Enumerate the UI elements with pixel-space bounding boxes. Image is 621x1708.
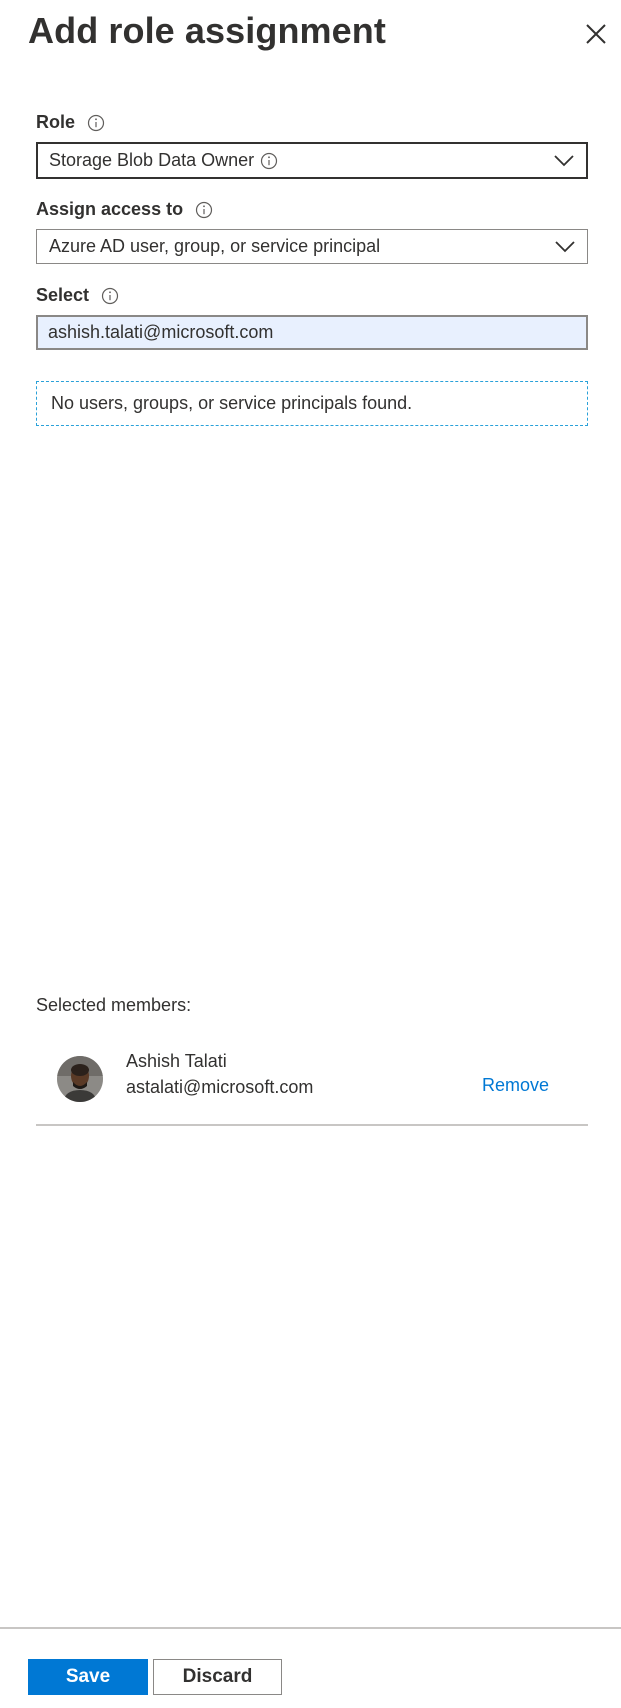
search-results-box: No users, groups, or service principals … — [36, 381, 588, 426]
role-label-text: Role — [36, 112, 76, 132]
save-button[interactable]: Save — [28, 1659, 148, 1695]
assign-access-label-text: Assign access to — [36, 199, 184, 219]
chevron-down-icon — [554, 154, 574, 166]
discard-button[interactable]: Discard — [153, 1659, 282, 1695]
remove-member-link[interactable]: Remove — [482, 1075, 549, 1096]
role-label: Role — [36, 112, 105, 133]
selected-member-row: Ashish Talati astalati@microsoft.com Rem… — [36, 1045, 588, 1126]
role-dropdown[interactable]: Storage Blob Data Owner — [36, 142, 588, 179]
info-icon[interactable] — [101, 287, 119, 305]
member-email: astalati@microsoft.com — [126, 1077, 314, 1097]
role-value: Storage Blob Data Owner — [49, 150, 255, 170]
select-label: Select — [36, 285, 119, 306]
close-icon[interactable] — [582, 20, 610, 48]
info-icon[interactable] — [195, 201, 213, 219]
assign-access-label: Assign access to — [36, 199, 213, 220]
no-results-message: No users, groups, or service principals … — [51, 393, 413, 413]
assign-access-dropdown[interactable]: Azure AD user, group, or service princip… — [36, 229, 588, 264]
select-label-text: Select — [36, 285, 90, 305]
footer-divider — [0, 1627, 621, 1629]
assign-access-value: Azure AD user, group, or service princip… — [49, 236, 381, 256]
avatar — [57, 1056, 103, 1102]
info-icon[interactable] — [87, 114, 105, 132]
selected-members-label: Selected members: — [36, 995, 192, 1015]
chevron-down-icon — [555, 240, 575, 252]
info-icon[interactable] — [260, 152, 278, 170]
select-search-input[interactable] — [36, 315, 588, 350]
member-name: Ashish Talati — [126, 1051, 227, 1071]
page-title: Add role assignment — [28, 10, 386, 51]
